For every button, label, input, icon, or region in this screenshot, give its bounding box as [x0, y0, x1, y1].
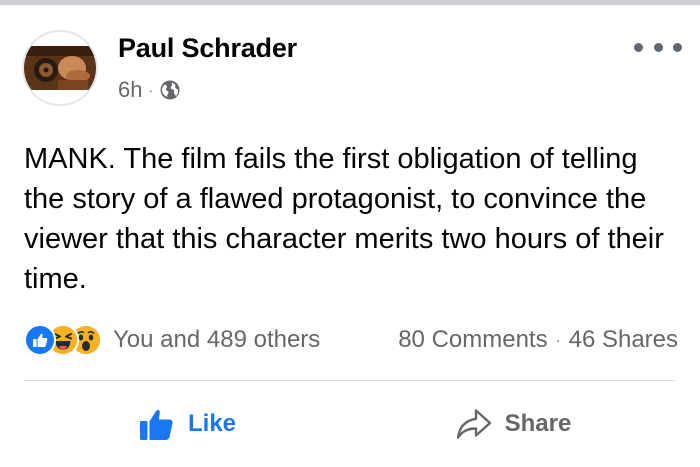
like-reaction-icon	[24, 324, 56, 356]
share-label: Share	[504, 410, 572, 437]
stats-separator: ·	[555, 331, 561, 349]
engagement-stats: 80 Comments · 46 Shares	[398, 326, 678, 354]
post-card: Paul Schrader 6h · MANK. The film fails …	[0, 5, 700, 467]
share-button[interactable]: Share	[350, 400, 676, 448]
reaction-summary[interactable]: You and 489 others	[113, 326, 320, 354]
post-timestamp[interactable]: 6h	[118, 77, 142, 103]
comments-count[interactable]: 80 Comments	[398, 326, 547, 354]
globe-icon[interactable]	[159, 79, 181, 101]
avatar-image	[24, 32, 96, 104]
thumbs-up-icon	[138, 405, 176, 443]
post-body-text: MANK. The film fails the first obligatio…	[24, 143, 664, 295]
reactions-bar: You and 489 others 80 Comments · 46 Shar…	[24, 322, 678, 358]
like-button[interactable]: Like	[24, 400, 350, 448]
divider	[24, 380, 676, 381]
post-meta: 6h ·	[118, 77, 181, 103]
meta-separator: ·	[148, 82, 154, 98]
reaction-icons[interactable]	[24, 324, 102, 356]
avatar[interactable]	[22, 30, 98, 106]
share-arrow-icon	[455, 407, 493, 441]
like-label: Like	[187, 410, 237, 437]
shares-count[interactable]: 46 Shares	[569, 326, 678, 354]
more-options-icon[interactable]	[634, 35, 682, 59]
post-actions: Like Share	[24, 400, 676, 448]
author-name[interactable]: Paul Schrader	[118, 33, 297, 64]
